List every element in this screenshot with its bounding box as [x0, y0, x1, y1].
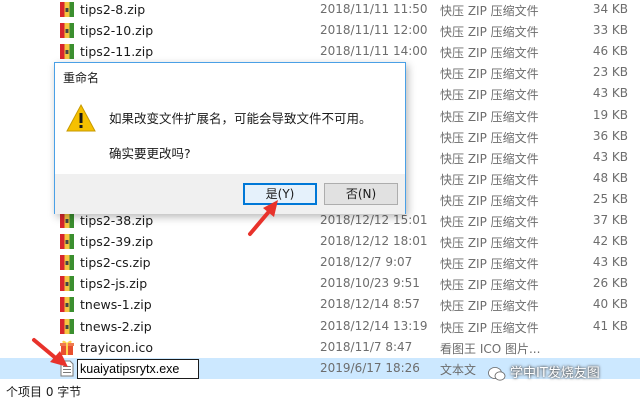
file-size: 23 KB: [592, 65, 628, 80]
dialog-question: 确实要更改吗?: [109, 146, 191, 161]
file-size: 19 KB: [592, 107, 628, 122]
file-date: 2018/11/7 8:47: [320, 339, 413, 354]
file-type: 快压 ZIP 压缩文件: [440, 4, 539, 18]
file-size: 43 KB: [592, 255, 628, 270]
file-size: 36 KB: [592, 128, 628, 143]
file-name: tnews-2.zip: [80, 318, 152, 334]
file-size: 40 KB: [592, 297, 628, 312]
zip-icon: [59, 1, 75, 18]
file-date: 2018/11/11 14:00: [320, 44, 428, 59]
file-type: 快压 ZIP 压缩文件: [440, 46, 539, 61]
file-date: 2018/11/11 12:00: [320, 23, 428, 38]
red-arrow-to-rename-icon: [32, 338, 68, 367]
file-row[interactable]: tnews-2.zip 2018/12/14 13:19 快压 ZIP 压缩文件 41…: [0, 316, 640, 338]
file-type: 快压 ZIP 压缩文件: [440, 130, 539, 145]
file-name: tips2-38.zip: [80, 213, 154, 228]
zip-icon: [59, 254, 75, 271]
watermark-text: 学中IT发烧友图: [510, 366, 600, 381]
file-size: 37 KB: [592, 213, 628, 227]
file-size: 34 KB: [592, 2, 628, 16]
file-type: 快压 ZIP 压缩文件: [440, 257, 539, 272]
file-size: 41 KB: [592, 318, 628, 333]
file-type: 快压 ZIP 压缩文件: [440, 299, 539, 314]
file-type: 快压 ZIP 压缩文件: [440, 215, 539, 229]
file-type: 快压 ZIP 压缩文件: [440, 151, 539, 166]
dialog-title: 重命名: [63, 71, 100, 85]
file-row[interactable]: tips2-8.zip 2018/11/11 11:50 快压 ZIP 压缩文件 34…: [0, 0, 640, 21]
file-type: 快压 ZIP 压缩文件: [440, 67, 539, 82]
rename-confirm-dialog: 重命名 如果改变文件扩展名，可能会导致文件不可用。 确实要更改吗? 是(Y) 否…: [54, 62, 406, 214]
status-bar: 个项目 0 字节: [0, 379, 640, 400]
file-date: 2018/12/7 9:07: [320, 255, 413, 270]
file-size: 48 KB: [592, 170, 628, 185]
red-arrow-to-yes-icon: [248, 200, 278, 236]
zip-icon: [59, 296, 75, 313]
file-size: 42 KB: [592, 234, 628, 249]
file-size: 26 KB: [592, 276, 628, 291]
file-name: tips2-11.zip: [80, 44, 154, 60]
file-type: 文本文: [440, 362, 477, 377]
file-type: 快压 ZIP 压缩文件: [440, 278, 539, 293]
file-date: 2019/6/17 18:26: [320, 360, 420, 375]
file-row[interactable]: tnews-1.zip 2018/12/14 8:57 快压 ZIP 压缩文件 40 …: [0, 294, 640, 316]
file-name: trayicon.ico: [80, 339, 153, 355]
dialog-message: 如果改变文件扩展名，可能会导致文件不可用。: [109, 111, 372, 126]
wechat-logo-icon: [488, 366, 506, 381]
no-button[interactable]: 否(N): [324, 183, 398, 205]
rename-input[interactable]: [77, 359, 199, 379]
zip-icon: [59, 43, 75, 60]
file-size: 33 KB: [592, 23, 628, 38]
dialog-footer: 是(Y) 否(N): [55, 174, 405, 214]
dialog-titlebar[interactable]: 重命名: [55, 63, 405, 91]
zip-icon: [59, 233, 75, 250]
file-name: tips2-js.zip: [80, 276, 148, 292]
file-type: 快压 ZIP 压缩文件: [440, 172, 539, 187]
file-size: 46 KB: [592, 44, 628, 59]
status-item-count: 个项目 0 字节: [6, 385, 82, 399]
file-name: tnews-1.zip: [80, 297, 152, 313]
zip-icon: [59, 22, 75, 39]
file-type: 快压 ZIP 压缩文件: [440, 320, 539, 335]
file-row[interactable]: tips2-js.zip 2018/10/23 9:51 快压 ZIP 压缩文件 26…: [0, 273, 640, 295]
file-name: tips2-cs.zip: [80, 255, 151, 271]
file-date: 2018/11/11 11:50: [320, 2, 428, 16]
file-type: 快压 ZIP 压缩文件: [440, 236, 539, 251]
file-date: 2018/12/14 13:19: [320, 318, 428, 333]
file-size: 43 KB: [592, 149, 628, 164]
file-date: 2018/12/12 15:01: [320, 213, 428, 227]
file-row[interactable]: tips2-10.zip 2018/11/11 12:00 快压 ZIP 压缩文件 3…: [0, 20, 640, 42]
watermark: 学中IT发烧友图: [488, 362, 600, 382]
file-type: 看图王 ICO 图片...: [440, 341, 541, 356]
file-date: 2018/12/14 8:57: [320, 297, 420, 312]
file-row[interactable]: tips2-39.zip 2018/12/12 18:01 快压 ZIP 压缩文件 4…: [0, 231, 640, 253]
file-name: tips2-8.zip: [80, 2, 146, 17]
file-size: 43 KB: [592, 86, 628, 101]
file-date: 2018/10/23 9:51: [320, 276, 420, 291]
zip-icon: [59, 318, 75, 335]
zip-icon: [59, 275, 75, 292]
file-type: 快压 ZIP 压缩文件: [440, 25, 539, 40]
file-type: 快压 ZIP 压缩文件: [440, 88, 539, 103]
file-name: tips2-39.zip: [80, 234, 154, 250]
file-date: 2018/12/12 18:01: [320, 234, 428, 249]
file-row[interactable]: tips2-11.zip 2018/11/11 14:00 快压 ZIP 压缩文件 4…: [0, 41, 640, 63]
zip-icon: [59, 212, 75, 229]
file-type: 快压 ZIP 压缩文件: [440, 109, 539, 124]
file-size: 25 KB: [592, 191, 628, 206]
file-row[interactable]: trayicon.ico 2018/11/7 8:47 看图王 ICO 图片...: [0, 337, 640, 359]
file-name: tips2-10.zip: [80, 23, 154, 39]
file-row[interactable]: tips2-cs.zip 2018/12/7 9:07 快压 ZIP 压缩文件 43 …: [0, 252, 640, 274]
file-type: 快压 ZIP 压缩文件: [440, 193, 539, 208]
warning-icon: [66, 103, 96, 132]
